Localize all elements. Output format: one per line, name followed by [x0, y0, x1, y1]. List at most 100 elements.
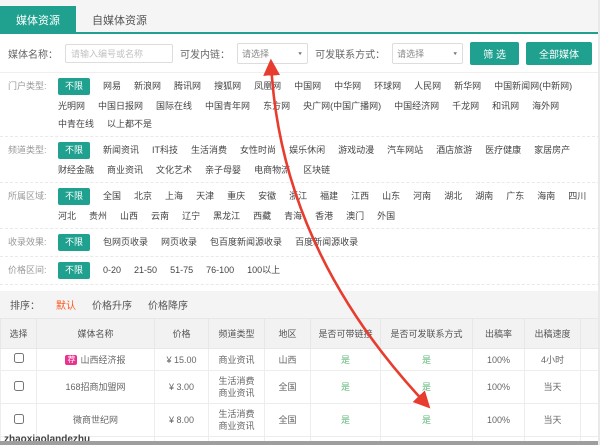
filter-option[interactable]: 新闻资讯 — [103, 144, 139, 157]
filter-option[interactable]: 中国日报网 — [98, 100, 143, 113]
filter-option[interactable]: 贵州 — [89, 210, 107, 223]
filter-option[interactable]: 51-75 — [170, 264, 193, 277]
filter-option[interactable]: 人民网 — [414, 80, 441, 93]
filter-option[interactable]: 千龙网 — [452, 100, 479, 113]
contact-method-select[interactable]: 请选择 ▼ — [392, 43, 463, 64]
filter-option[interactable]: 商业资讯 — [107, 164, 143, 177]
filter-option[interactable]: 河南 — [413, 190, 431, 203]
filter-option[interactable]: 辽宁 — [182, 210, 200, 223]
filter-option[interactable]: 海外网 — [532, 100, 559, 113]
filter-option[interactable]: 电商物流 — [254, 164, 290, 177]
filter-option[interactable]: 医疗健康 — [485, 144, 521, 157]
row-checkbox[interactable] — [14, 353, 24, 363]
filter-option[interactable]: 云南 — [151, 210, 169, 223]
filter-option[interactable]: 财经金融 — [58, 164, 94, 177]
filter-option[interactable]: 包网页收录 — [103, 236, 148, 249]
all-media-button[interactable]: 全部媒体 — [526, 42, 592, 65]
filter-option[interactable]: 央广网(中国广播网) — [303, 100, 381, 113]
row-checkbox[interactable] — [14, 414, 24, 424]
filter-option[interactable]: 北京 — [134, 190, 152, 203]
filter-option[interactable]: 网页收录 — [161, 236, 197, 249]
filter-option[interactable]: 以上都不是 — [107, 118, 152, 131]
filter-option[interactable]: 中国新闻网(中新网) — [494, 80, 572, 93]
filter-option[interactable]: 娱乐休闲 — [289, 144, 325, 157]
filter-label: 频道类型: — [8, 142, 58, 177]
filter-option[interactable]: 百度新闻源收录 — [295, 236, 358, 249]
filter-option[interactable]: 环球网 — [374, 80, 401, 93]
filter-option[interactable]: 21-50 — [134, 264, 157, 277]
row-checkbox[interactable] — [14, 381, 24, 391]
filter-option[interactable]: 和讯网 — [492, 100, 519, 113]
filter-option[interactable]: 76-100 — [206, 264, 234, 277]
filter-option[interactable]: 西藏 — [253, 210, 271, 223]
publish-speed-cell: 当天 — [525, 404, 581, 437]
filter-option[interactable]: 网易 — [103, 80, 121, 93]
filter-option[interactable]: 东方网 — [263, 100, 290, 113]
filter-option[interactable]: 江西 — [351, 190, 369, 203]
filter-option[interactable]: 青海 — [284, 210, 302, 223]
filter-option[interactable]: 亲子母婴 — [205, 164, 241, 177]
filter-option[interactable]: 广东 — [506, 190, 524, 203]
filter-option[interactable]: 文化艺术 — [156, 164, 192, 177]
media-name-input[interactable] — [65, 44, 173, 63]
filter-option[interactable]: 0-20 — [103, 264, 121, 277]
filter-option[interactable]: 中国经济网 — [394, 100, 439, 113]
filter-option[interactable]: 生活消费 — [191, 144, 227, 157]
filter-option[interactable]: 重庆 — [227, 190, 245, 203]
filter-option[interactable]: 湖北 — [444, 190, 462, 203]
filter-option[interactable]: 湖南 — [475, 190, 493, 203]
filter-option[interactable]: 河北 — [58, 210, 76, 223]
filter-option[interactable]: 天津 — [196, 190, 214, 203]
filter-option-selected[interactable]: 不限 — [58, 78, 90, 95]
filter-option[interactable]: 中国网 — [294, 80, 321, 93]
filter-option[interactable]: 100以上 — [247, 264, 280, 277]
filter-option[interactable]: 凤凰网 — [254, 80, 281, 93]
filter-option[interactable]: 海南 — [537, 190, 555, 203]
filter-option-selected[interactable]: 不限 — [58, 234, 90, 251]
inner-link-select[interactable]: 请选择 ▼ — [237, 43, 308, 64]
filter-option[interactable]: 国际在线 — [156, 100, 192, 113]
sort-price-asc[interactable]: 价格升序 — [92, 297, 132, 312]
filter-option[interactable]: 福建 — [320, 190, 338, 203]
filter-option[interactable]: 安徽 — [258, 190, 276, 203]
sort-price-desc[interactable]: 价格降序 — [148, 297, 188, 312]
filter-option[interactable]: IT科技 — [152, 144, 178, 157]
filter-option[interactable]: 浙江 — [289, 190, 307, 203]
filter-option[interactable]: 汽车网站 — [387, 144, 423, 157]
tab-media-resource[interactable]: 媒体资源 — [0, 6, 76, 32]
filter-option[interactable]: 酒店旅游 — [436, 144, 472, 157]
filter-option-selected[interactable]: 不限 — [58, 188, 90, 205]
filter-option[interactable]: 腾讯网 — [174, 80, 201, 93]
filter-label: 所属区域: — [8, 188, 58, 223]
filter-option[interactable]: 山东 — [382, 190, 400, 203]
filter-option[interactable]: 新华网 — [454, 80, 481, 93]
filter-option-selected[interactable]: 不限 — [58, 262, 90, 279]
filter-option[interactable]: 山西 — [120, 210, 138, 223]
filter-option[interactable]: 家居房产 — [534, 144, 570, 157]
filter-option[interactable]: 澳门 — [346, 210, 364, 223]
column-header: 频道类型 — [209, 319, 265, 349]
filter-option[interactable]: 香港 — [315, 210, 333, 223]
filter-option[interactable]: 四川 — [568, 190, 586, 203]
filter-option[interactable]: 上海 — [165, 190, 183, 203]
filter-option[interactable]: 包百度新闻源收录 — [210, 236, 282, 249]
filter-option[interactable]: 中国青年网 — [205, 100, 250, 113]
filter-option[interactable]: 光明网 — [58, 100, 85, 113]
filter-option[interactable]: 外国 — [377, 210, 395, 223]
filter-option[interactable]: 游戏动漫 — [338, 144, 374, 157]
filter-option[interactable]: 女性时尚 — [240, 144, 276, 157]
filter-option-selected[interactable]: 不限 — [58, 142, 90, 159]
filter-option[interactable]: 区块链 — [303, 164, 330, 177]
table-row: 168招商加盟网 ¥ 3.00 生活消费 商业资讯 全国 是 是 100% 当天 — [1, 371, 600, 404]
channel-cell: 生活消费 商业资讯 — [209, 371, 265, 404]
filter-option[interactable]: 新浪网 — [134, 80, 161, 93]
filter-option[interactable]: 黑龙江 — [213, 210, 240, 223]
filter-button[interactable]: 筛 选 — [470, 42, 519, 65]
sort-bar: 排序： 默认 价格升序 价格降序 — [0, 291, 600, 318]
tab-self-media-resource[interactable]: 自媒体资源 — [76, 6, 163, 32]
filter-option[interactable]: 搜狐网 — [214, 80, 241, 93]
sort-default[interactable]: 默认 — [56, 297, 76, 312]
filter-option[interactable]: 中华网 — [334, 80, 361, 93]
filter-option[interactable]: 全国 — [103, 190, 121, 203]
filter-option[interactable]: 中青在线 — [58, 118, 94, 131]
